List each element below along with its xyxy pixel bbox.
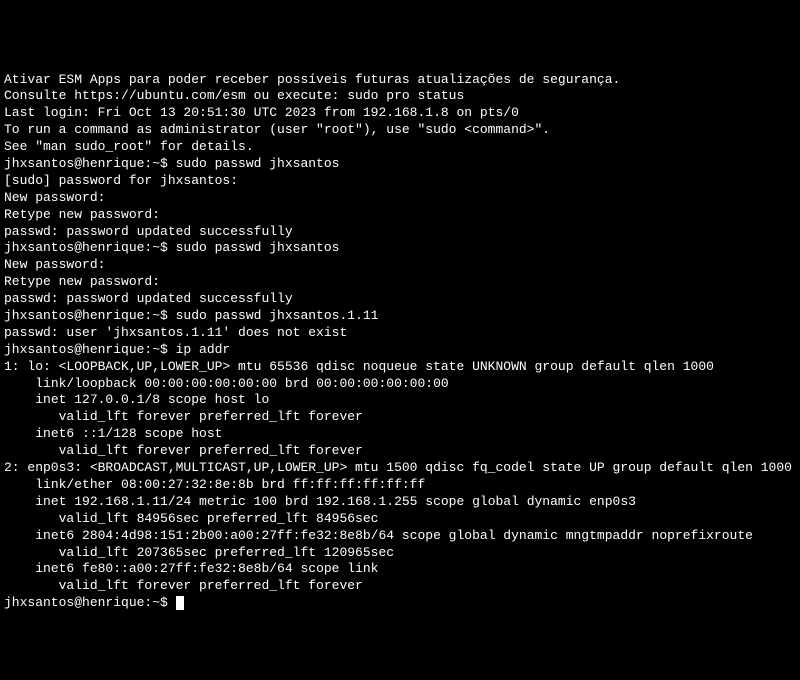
terminal-line: valid_lft forever preferred_lft forever [4, 409, 796, 426]
terminal-line: inet6 2804:4d98:151:2b00:a00:27ff:fe32:8… [4, 528, 796, 545]
terminal-output: Ativar ESM Apps para poder receber possí… [4, 72, 796, 596]
terminal-line: jhxsantos@henrique:~$ sudo passwd jhxsan… [4, 240, 796, 257]
terminal-line: To run a command as administrator (user … [4, 122, 796, 139]
terminal-line: Last login: Fri Oct 13 20:51:30 UTC 2023… [4, 105, 796, 122]
terminal-line: passwd: password updated successfully [4, 291, 796, 308]
cursor [176, 596, 184, 610]
terminal-line: Retype new password: [4, 274, 796, 291]
terminal-line: See "man sudo_root" for details. [4, 139, 796, 156]
prompt-text: jhxsantos@henrique:~$ [4, 595, 176, 610]
terminal-line: valid_lft forever preferred_lft forever [4, 578, 796, 595]
terminal-line: Retype new password: [4, 207, 796, 224]
terminal-line: 1: lo: <LOOPBACK,UP,LOWER_UP> mtu 65536 … [4, 359, 796, 376]
terminal-line: jhxsantos@henrique:~$ ip addr [4, 342, 796, 359]
terminal-line: Ativar ESM Apps para poder receber possí… [4, 72, 796, 89]
terminal-line: New password: [4, 190, 796, 207]
terminal-line: valid_lft 207365sec preferred_lft 120965… [4, 545, 796, 562]
terminal-line: inet 192.168.1.11/24 metric 100 brd 192.… [4, 494, 796, 511]
terminal-line: inet6 ::1/128 scope host [4, 426, 796, 443]
terminal-line: Consulte https://ubuntu.com/esm ou execu… [4, 88, 796, 105]
terminal-line: link/loopback 00:00:00:00:00:00 brd 00:0… [4, 376, 796, 393]
terminal-line: passwd: password updated successfully [4, 224, 796, 241]
terminal-line: valid_lft 84956sec preferred_lft 84956se… [4, 511, 796, 528]
terminal-line: inet 127.0.0.1/8 scope host lo [4, 392, 796, 409]
terminal-line: inet6 fe80::a00:27ff:fe32:8e8b/64 scope … [4, 561, 796, 578]
terminal-line: jhxsantos@henrique:~$ sudo passwd jhxsan… [4, 156, 796, 173]
shell-prompt[interactable]: jhxsantos@henrique:~$ [4, 595, 184, 610]
terminal-line: jhxsantos@henrique:~$ sudo passwd jhxsan… [4, 308, 796, 325]
terminal-line: valid_lft forever preferred_lft forever [4, 443, 796, 460]
terminal-line: 2: enp0s3: <BROADCAST,MULTICAST,UP,LOWER… [4, 460, 796, 477]
terminal-line: [sudo] password for jhxsantos: [4, 173, 796, 190]
terminal-line: link/ether 08:00:27:32:8e:8b brd ff:ff:f… [4, 477, 796, 494]
terminal-line: passwd: user 'jhxsantos.1.11' does not e… [4, 325, 796, 342]
terminal-line: New password: [4, 257, 796, 274]
